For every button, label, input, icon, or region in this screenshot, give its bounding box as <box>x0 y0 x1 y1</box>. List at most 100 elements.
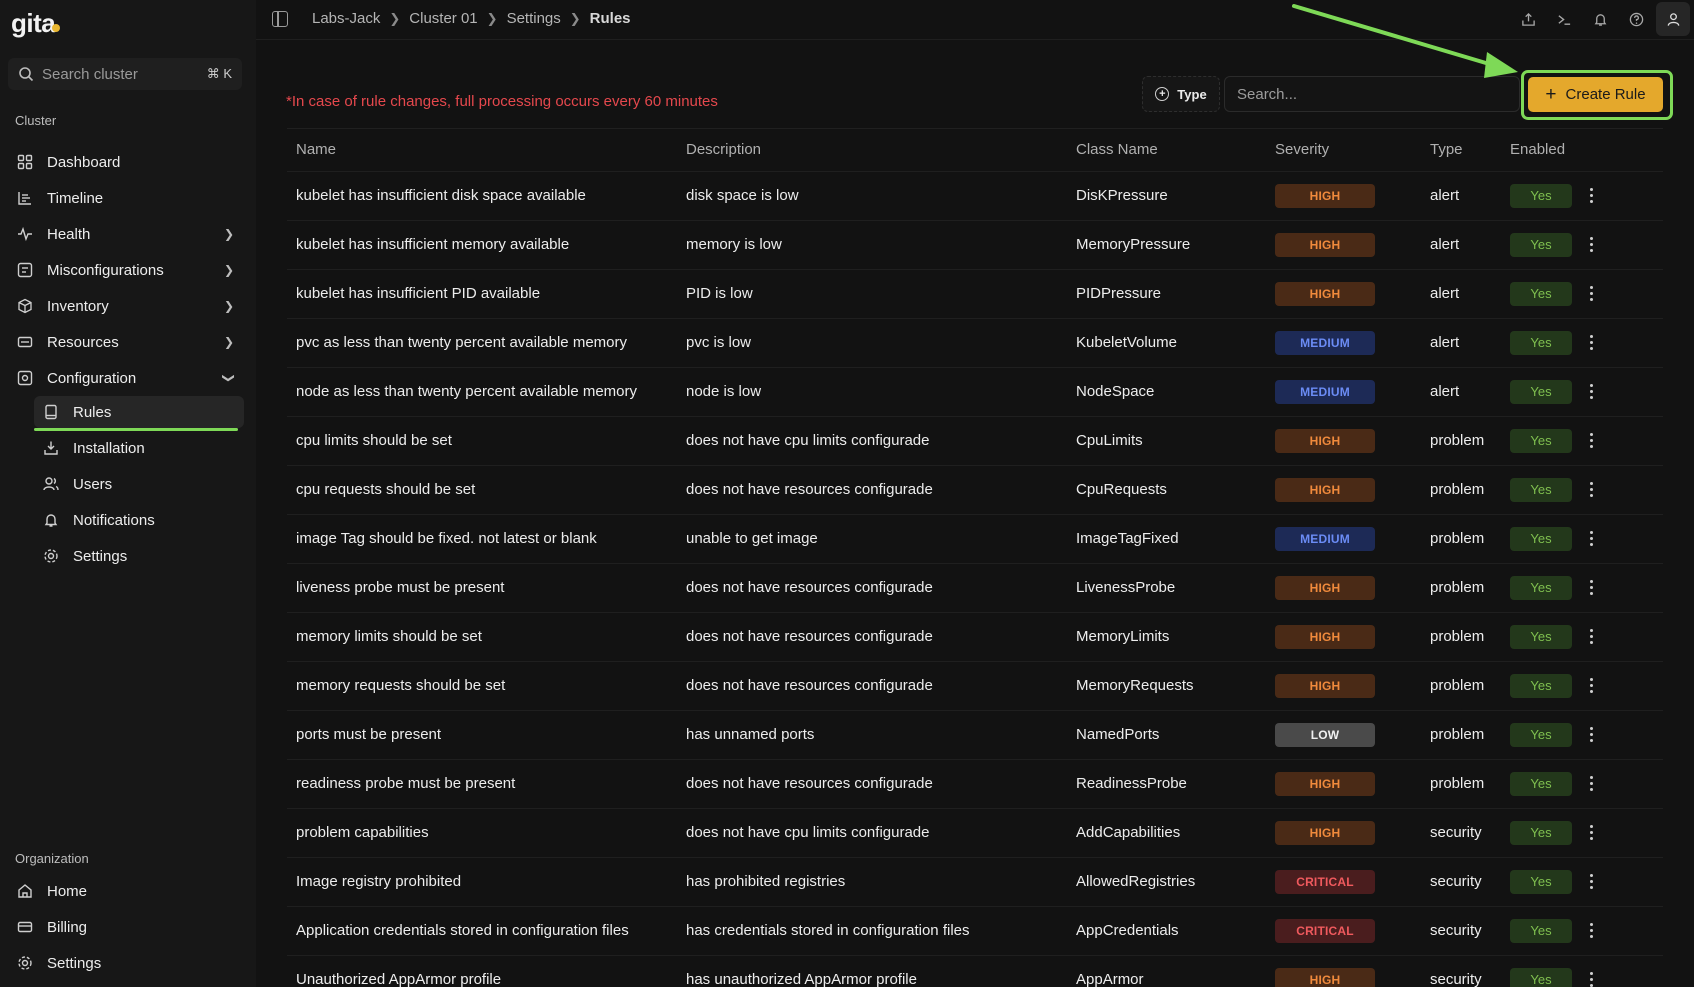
type-filter-button[interactable]: + Type <box>1142 76 1220 112</box>
enabled-badge[interactable]: Yes <box>1510 967 1572 987</box>
enabled-cell: Yes <box>1501 562 1663 612</box>
nav-rules[interactable]: Rules <box>34 396 244 428</box>
more-options-icon[interactable] <box>1582 874 1600 890</box>
grid-icon <box>16 153 34 171</box>
nav-health[interactable]: Health ❯ <box>8 218 244 250</box>
cluster-search[interactable]: Search cluster ⌘ K <box>8 58 242 90</box>
enabled-badge[interactable]: Yes <box>1510 428 1572 453</box>
more-options-icon[interactable] <box>1582 286 1600 302</box>
enabled-badge[interactable]: Yes <box>1510 869 1572 894</box>
more-options-icon[interactable] <box>1582 335 1600 351</box>
table-row[interactable]: image Tag should be fixed. not latest or… <box>287 513 1663 563</box>
rule-class-name: CpuRequests <box>1067 464 1266 514</box>
breadcrumb-item[interactable]: Settings <box>507 10 561 27</box>
terminal-icon[interactable] <box>1546 1 1582 37</box>
column-header[interactable]: Severity <box>1266 129 1421 171</box>
more-options-icon[interactable] <box>1582 580 1600 596</box>
more-options-icon[interactable] <box>1582 433 1600 449</box>
table-row[interactable]: cpu limits should be set does not have cp… <box>287 415 1663 465</box>
table-row[interactable]: liveness probe must be present does not h… <box>287 562 1663 612</box>
more-options-icon[interactable] <box>1582 237 1600 253</box>
table-row[interactable]: Image registry prohibited has prohibited … <box>287 856 1663 906</box>
more-options-icon[interactable] <box>1582 188 1600 204</box>
enabled-badge[interactable]: Yes <box>1510 771 1572 796</box>
more-options-icon[interactable] <box>1582 482 1600 498</box>
nav-misconfigurations[interactable]: Misconfigurations ❯ <box>8 254 244 286</box>
column-header[interactable]: Enabled <box>1501 129 1663 171</box>
enabled-badge[interactable]: Yes <box>1510 820 1572 845</box>
sidebar-toggle-icon[interactable] <box>272 11 288 27</box>
nav-label: Configuration <box>47 369 137 387</box>
table-row[interactable]: readiness probe must be present does not … <box>287 758 1663 808</box>
logo[interactable]: gita <box>11 8 61 39</box>
column-header[interactable]: Name <box>287 129 677 171</box>
table-row[interactable]: pvc as less than twenty percent availabl… <box>287 317 1663 367</box>
nav-installation[interactable]: Installation <box>34 432 244 464</box>
more-options-icon[interactable] <box>1582 776 1600 792</box>
nav-billing[interactable]: Billing <box>8 911 244 943</box>
enabled-badge[interactable]: Yes <box>1510 379 1572 404</box>
nav-dashboard[interactable]: Dashboard <box>8 146 244 178</box>
table-row[interactable]: cpu requests should be set does not have … <box>287 464 1663 514</box>
bell-icon[interactable] <box>1582 1 1618 37</box>
enabled-badge[interactable]: Yes <box>1510 526 1572 551</box>
severity-badge: CRITICAL <box>1275 869 1375 894</box>
table-row[interactable]: problem capabilities does not have cpu li… <box>287 807 1663 857</box>
table-row[interactable]: kubelet has insufficient disk space avai… <box>287 170 1663 220</box>
more-options-icon[interactable] <box>1582 825 1600 841</box>
more-options-icon[interactable] <box>1582 972 1600 987</box>
nav-home[interactable]: Home <box>8 875 244 907</box>
nav-inventory[interactable]: Inventory ❯ <box>8 290 244 322</box>
enabled-badge[interactable]: Yes <box>1510 232 1572 257</box>
nav-resources[interactable]: Resources ❯ <box>8 326 244 358</box>
nav-timeline[interactable]: Timeline <box>8 182 244 214</box>
help-icon[interactable] <box>1618 1 1654 37</box>
enabled-badge[interactable]: Yes <box>1510 575 1572 600</box>
nav-config-settings[interactable]: Settings <box>34 540 244 572</box>
more-options-icon[interactable] <box>1582 531 1600 547</box>
nav-label: Resources <box>47 333 119 351</box>
nav-notifications[interactable]: Notifications <box>34 504 244 536</box>
column-header[interactable]: Type <box>1421 129 1501 171</box>
create-rule-button[interactable]: + Create Rule <box>1528 77 1663 112</box>
more-options-icon[interactable] <box>1582 923 1600 939</box>
nav-configuration[interactable]: Configuration ❯ <box>8 362 244 394</box>
processing-notice: *In case of rule changes, full processin… <box>286 93 718 110</box>
chevron-right-icon: ❯ <box>569 10 581 26</box>
rule-class-name: ReadinessProbe <box>1067 758 1266 808</box>
more-options-icon[interactable] <box>1582 727 1600 743</box>
table-row[interactable]: memory limits should be set does not have… <box>287 611 1663 661</box>
enabled-badge[interactable]: Yes <box>1510 673 1572 698</box>
enabled-badge[interactable]: Yes <box>1510 330 1572 355</box>
enabled-badge[interactable]: Yes <box>1510 722 1572 747</box>
rule-name: kubelet has insufficient disk space avai… <box>287 170 677 220</box>
breadcrumb-item[interactable]: Cluster 01 <box>409 10 477 27</box>
more-options-icon[interactable] <box>1582 384 1600 400</box>
enabled-badge[interactable]: Yes <box>1510 183 1572 208</box>
rule-description: memory is low <box>677 219 1067 269</box>
enabled-badge[interactable]: Yes <box>1510 624 1572 649</box>
table-row[interactable]: memory requests should be set does not ha… <box>287 660 1663 710</box>
user-avatar-icon[interactable] <box>1656 2 1690 36</box>
table-row[interactable]: ports must be present has unnamed ports Na… <box>287 709 1663 759</box>
table-row[interactable]: kubelet has insufficient PID available PI… <box>287 268 1663 318</box>
enabled-badge[interactable]: Yes <box>1510 281 1572 306</box>
table-row[interactable]: Unauthorized AppArmor profile has unautho… <box>287 954 1663 987</box>
table-row[interactable]: node as less than twenty percent availab… <box>287 366 1663 416</box>
organization-section-label: Organization <box>15 851 89 866</box>
more-options-icon[interactable] <box>1582 678 1600 694</box>
severity-badge: HIGH <box>1275 232 1375 257</box>
enabled-badge[interactable]: Yes <box>1510 477 1572 502</box>
nav-users[interactable]: Users <box>34 468 244 500</box>
column-header[interactable]: Class Name <box>1067 129 1266 171</box>
nav-org-settings[interactable]: Settings <box>8 947 244 979</box>
more-options-icon[interactable] <box>1582 629 1600 645</box>
enabled-badge[interactable]: Yes <box>1510 918 1572 943</box>
share-icon[interactable] <box>1510 1 1546 37</box>
column-header[interactable]: Description <box>677 129 1067 171</box>
breadcrumb-item[interactable]: Labs-Jack <box>312 10 380 27</box>
rules-search-input[interactable] <box>1224 76 1520 112</box>
table-row[interactable]: kubelet has insufficient memory availabl… <box>287 219 1663 269</box>
table-row[interactable]: Application credentials stored in config… <box>287 905 1663 955</box>
rule-type: security <box>1421 954 1501 987</box>
